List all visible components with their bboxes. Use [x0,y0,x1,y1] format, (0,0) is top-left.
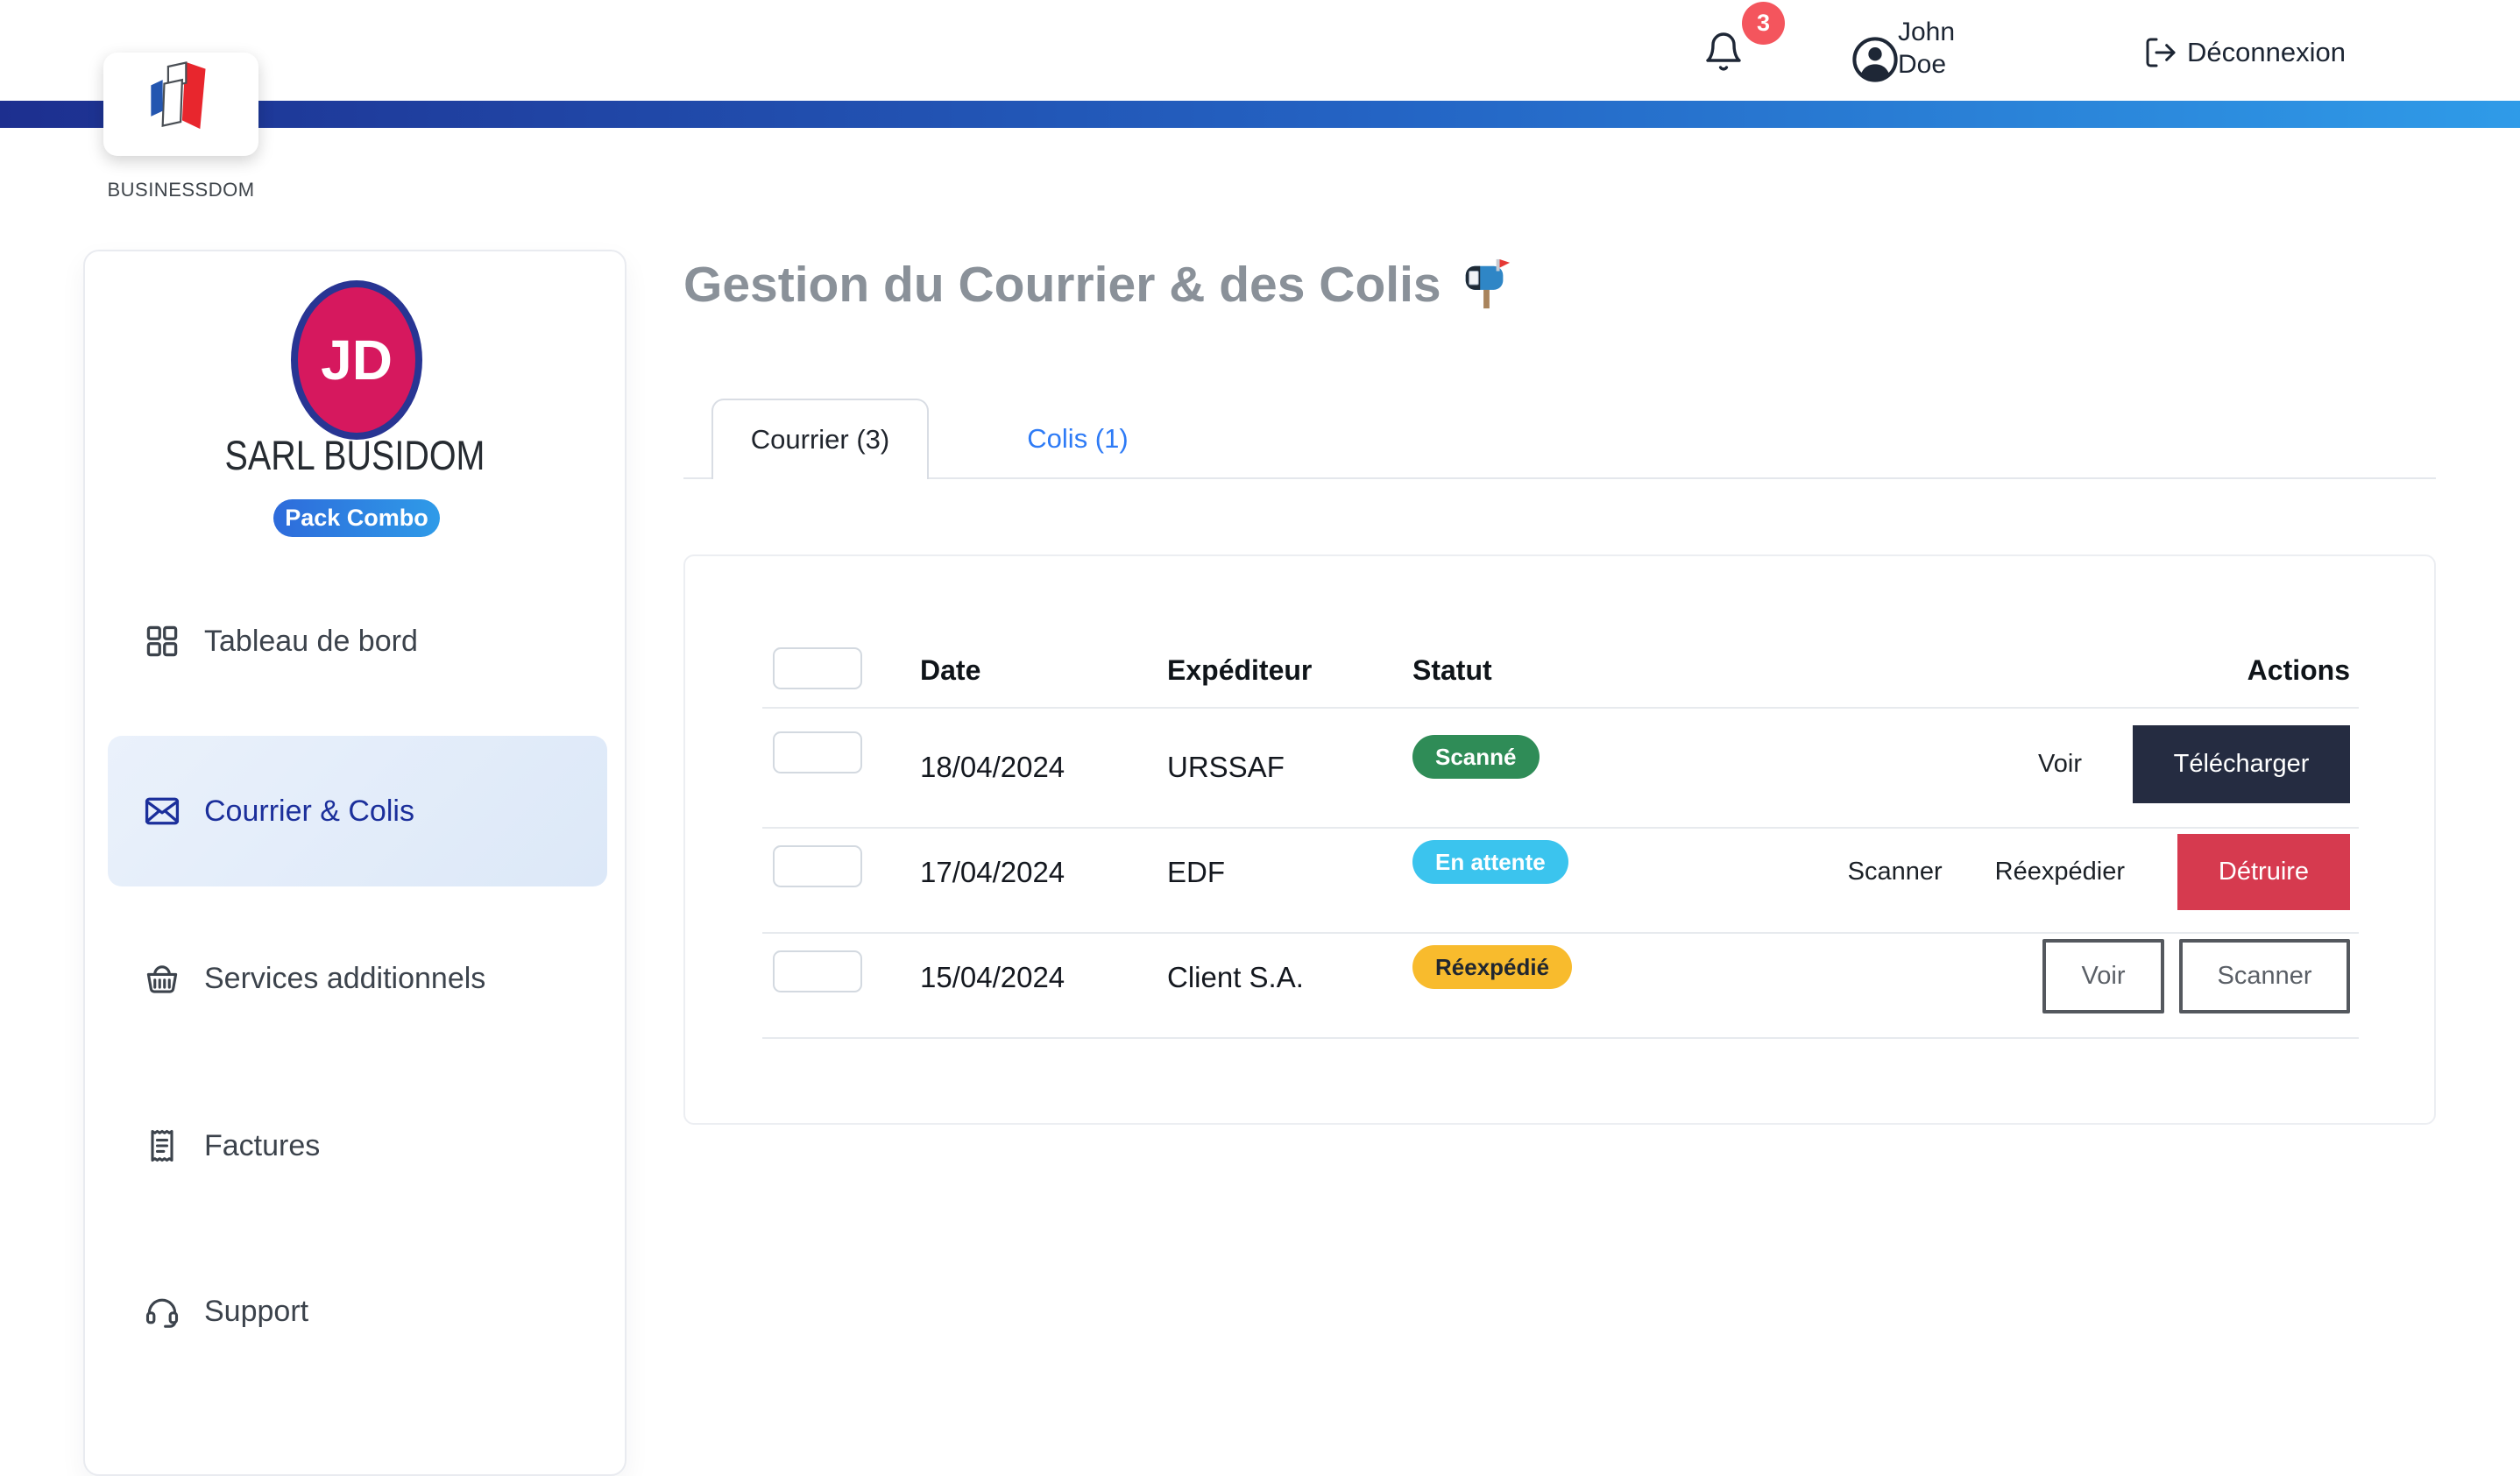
cell-sender: Client S.A. [1167,961,1304,994]
company-initials: JD [321,328,393,392]
page-title-text: Gestion du Courrier & des Colis [683,256,1441,314]
row-divider [762,932,2359,934]
user-first-name: John [1898,16,2003,48]
sidebar-item-tableau-de-bord[interactable]: Tableau de bord [108,589,607,694]
column-header-actions: Actions [2247,654,2350,687]
status-badge: En attente [1412,840,1568,884]
logout-label: Déconnexion [2187,37,2346,68]
status-badge: Réexpédié [1412,945,1572,989]
sidebar-item-factures[interactable]: Factures [108,1093,607,1198]
notification-bell-icon[interactable] [1702,29,1745,74]
user-avatar-icon[interactable] [1851,36,1899,83]
actions-cell: Scanner Réexpédier Détruire [1848,834,2350,910]
sidebar-item-label: Services additionnels [204,962,485,996]
row-checkbox[interactable] [773,845,862,887]
mailbox-emoji [1459,258,1513,312]
mail-icon [143,792,181,830]
row-divider [762,827,2359,829]
plan-badge: Pack Combo [273,499,440,537]
tabs-divider [683,477,2436,479]
tab-colis[interactable]: Colis (1) [999,399,1157,479]
dashboard-icon [143,622,181,660]
sidebar: JD SARL BUSIDOM Pack Combo Tableau de bo… [83,250,626,1476]
sidebar-item-services-additionnels[interactable]: Services additionnels [108,926,607,1031]
page-title: Gestion du Courrier & des Colis [683,256,1513,314]
brand-name: BUSINESSDOM [103,179,258,201]
cell-date: 18/04/2024 [920,751,1065,784]
row-divider [762,1037,2359,1039]
telecharger-button[interactable]: Télécharger [2133,725,2350,803]
cell-date: 17/04/2024 [920,856,1065,889]
user-last-name: Doe [1898,48,2003,81]
status-badge-label: Réexpédié [1435,954,1549,981]
sidebar-item-label: Factures [204,1129,320,1163]
basket-icon [143,959,181,998]
voir-action[interactable]: Voir [2038,750,2082,779]
column-header-date: Date [920,654,980,687]
column-header-sender: Expéditeur [1167,654,1312,687]
status-badge-label: Scanné [1435,744,1517,771]
scanner-action[interactable]: Scanner [1848,858,1943,886]
tab-courrier[interactable]: Courrier (3) [711,399,929,479]
row-divider [762,707,2359,709]
sidebar-item-courrier-colis[interactable]: Courrier & Colis [108,736,607,886]
company-avatar: JD [291,280,422,440]
logout-button[interactable]: Déconnexion [2143,33,2346,72]
notification-count: 3 [1757,10,1770,37]
actions-cell: Voir Scanner [2042,939,2350,1013]
detruire-button[interactable]: Détruire [2177,834,2350,910]
logout-icon [2143,35,2178,70]
plan-badge-label: Pack Combo [285,505,428,532]
businessdom-logo-mark [144,60,219,130]
user-name[interactable]: John Doe [1898,16,2003,81]
status-badge-label: En attente [1435,849,1546,876]
status-badge: Scanné [1412,735,1540,779]
column-header-status: Statut [1412,654,1492,687]
voir-button[interactable]: Voir [2042,939,2164,1013]
headset-icon [143,1292,181,1331]
sidebar-item-label: Tableau de bord [204,625,418,659]
mail-table-card: Date Expéditeur Statut Actions 18/04/202… [683,554,2436,1125]
scanner-button[interactable]: Scanner [2179,939,2350,1013]
cell-sender: EDF [1167,856,1225,889]
invoice-icon [143,1126,181,1165]
cell-date: 15/04/2024 [920,961,1065,994]
tab-courrier-label: Courrier (3) [751,424,889,456]
row-checkbox[interactable] [773,950,862,992]
sidebar-item-label: Support [204,1295,308,1329]
notification-count-badge[interactable]: 3 [1742,2,1785,45]
top-accent-bar [0,101,2520,128]
row-checkbox[interactable] [773,731,862,773]
sidebar-item-label: Courrier & Colis [204,794,414,829]
cell-sender: URSSAF [1167,751,1285,784]
company-name: SARL BUSIDOM [128,431,581,479]
tab-colis-label: Colis (1) [1027,423,1128,455]
sidebar-item-support[interactable]: Support [108,1259,607,1364]
app-logo[interactable]: BUSINESSDOM [103,53,258,156]
actions-cell: Voir Télécharger [2038,725,2350,803]
reexpedier-action[interactable]: Réexpédier [1995,858,2125,886]
select-all-checkbox[interactable] [773,647,862,689]
